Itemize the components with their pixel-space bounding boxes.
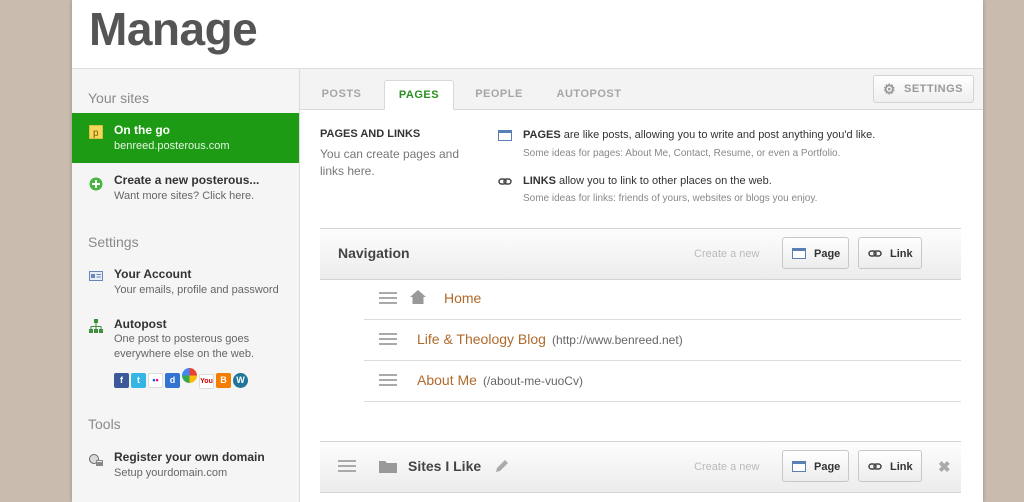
youtube-icon[interactable]: You (199, 374, 214, 389)
tab-bar: POSTS PAGES PEOPLE AUTOPOST ⚙ SETTINGS (300, 69, 983, 110)
page-button-label: Page (814, 461, 841, 473)
domain-icon (89, 454, 103, 466)
sidebar-site-on-the-go[interactable]: p On the go benreed.posterous.com (72, 113, 299, 163)
site-subtitle: benreed.posterous.com (114, 140, 230, 152)
twitter-icon[interactable]: t (131, 373, 146, 388)
pages-info-text: are like posts, allowing you to write an… (560, 129, 876, 141)
link-icon (498, 178, 512, 185)
nav-item-label[interactable]: Home (444, 290, 481, 306)
drag-handle-icon[interactable] (379, 333, 397, 347)
picasa-icon[interactable] (182, 368, 197, 383)
sidebar-your-account[interactable]: Your Account Your emails, profile and pa… (72, 267, 299, 301)
create-link-button[interactable]: Link (858, 450, 922, 482)
create-new-label: Create a new (694, 248, 760, 260)
account-title: Your Account (114, 267, 192, 281)
site-subtitle: Want more sites? Click here. (114, 190, 255, 202)
navigation-title: Navigation (338, 245, 410, 261)
flickr-icon[interactable]: •• (148, 373, 163, 388)
account-subtitle: Your emails, profile and password (114, 284, 279, 296)
pencil-edit-icon[interactable] (494, 458, 510, 474)
page-button-label: Page (814, 248, 841, 260)
site-title: Create a new posterous... (114, 173, 260, 187)
page-icon (498, 130, 512, 141)
sidebar: Your sites p On the go benreed.posterous… (72, 69, 300, 502)
tools-heading: Tools (88, 416, 121, 432)
create-page-button[interactable]: Page (782, 237, 849, 269)
sidebar-create-new-site[interactable]: Create a new posterous... Want more site… (72, 173, 299, 209)
create-new-label: Create a new (694, 461, 760, 473)
sites-i-like-title: Sites I Like (408, 458, 482, 474)
nav-item-url: (http://www.benreed.net) (551, 333, 683, 347)
autopost-services: f t •• d You B W (114, 368, 250, 389)
nav-item-title[interactable]: About Me (417, 372, 477, 388)
facebook-icon[interactable]: f (114, 373, 129, 388)
home-icon (410, 290, 426, 304)
nav-item-title[interactable]: Life & Theology Blog (417, 331, 546, 347)
links-info-text: allow you to link to other places on the… (556, 175, 772, 187)
account-card-icon (89, 271, 103, 281)
domain-title: Register your own domain (114, 450, 265, 464)
wordpress-icon[interactable]: W (233, 373, 248, 388)
tab-posts[interactable]: POSTS (300, 80, 383, 108)
autopost-title: Autopost (114, 317, 167, 331)
navigation-panel-header: Navigation Create a new Page Link (320, 228, 961, 280)
pages-term: PAGES (523, 129, 561, 141)
network-icon (89, 319, 103, 333)
page-title: Manage (89, 3, 258, 55)
nav-item-about-me[interactable]: About Me (/about-me-vuoCv) (364, 361, 961, 402)
drag-handle-icon[interactable] (379, 292, 397, 306)
sidebar-register-domain[interactable]: Register your own domain Setup yourdomai… (72, 450, 299, 484)
posterous-p-icon: p (89, 125, 103, 139)
drag-handle-icon[interactable] (338, 460, 356, 474)
settings-button[interactable]: ⚙ SETTINGS (872, 75, 974, 103)
blogger-icon[interactable]: B (216, 373, 231, 388)
nav-item-home[interactable]: Home (364, 279, 961, 320)
link-icon (868, 463, 882, 470)
your-sites-heading: Your sites (88, 90, 149, 106)
tab-pages[interactable]: PAGES (384, 80, 454, 110)
delicious-icon[interactable]: d (165, 373, 180, 388)
svg-text:p: p (93, 128, 99, 139)
link-icon (868, 250, 882, 257)
create-page-button[interactable]: Page (782, 450, 849, 482)
settings-button-label: SETTINGS (903, 83, 963, 95)
autopost-subtitle: One post to posterous goes everywhere el… (114, 333, 255, 360)
site-title: On the go (114, 123, 170, 137)
tab-autopost[interactable]: AUTOPOST (545, 80, 633, 108)
create-link-button[interactable]: Link (858, 237, 922, 269)
links-term: LINKS (523, 175, 556, 187)
nav-item-life-theology-blog[interactable]: Life & Theology Blog (http://www.benreed.… (364, 320, 961, 361)
folder-icon (379, 461, 397, 473)
pages-links-heading: PAGES AND LINKS (320, 128, 421, 140)
pages-links-description: You can create pages and links here. (320, 147, 460, 178)
links-ideas: Some ideas for links: friends of yours, … (523, 193, 818, 204)
sites-i-like-panel-header: Sites I Like Create a new Page Link (320, 441, 961, 493)
page-icon (792, 248, 806, 259)
nav-item-url: (/about-me-vuoCv) (482, 374, 583, 388)
plus-circle-icon (89, 177, 103, 191)
nav-item-label: Life & Theology Blog (http://www.benreed.… (417, 331, 683, 347)
domain-subtitle: Setup yourdomain.com (114, 467, 228, 479)
pages-info: PAGES are like posts, allowing you to wr… (523, 129, 875, 141)
drag-handle-icon[interactable] (379, 374, 397, 388)
link-button-label: Link (890, 461, 913, 473)
gear-icon: ⚙ (882, 81, 897, 97)
links-info: LINKS allow you to link to other places … (523, 175, 772, 187)
page-icon (792, 461, 806, 472)
settings-heading: Settings (88, 234, 139, 250)
pages-ideas: Some ideas for pages: About Me, Contact,… (523, 148, 841, 159)
tab-people[interactable]: PEOPLE (458, 80, 540, 108)
page-container: Manage Your sites p On the go benreed.po… (72, 0, 983, 502)
close-icon[interactable]: ✖ (938, 458, 951, 476)
link-button-label: Link (890, 248, 913, 260)
nav-item-label: About Me (/about-me-vuoCv) (417, 372, 583, 388)
